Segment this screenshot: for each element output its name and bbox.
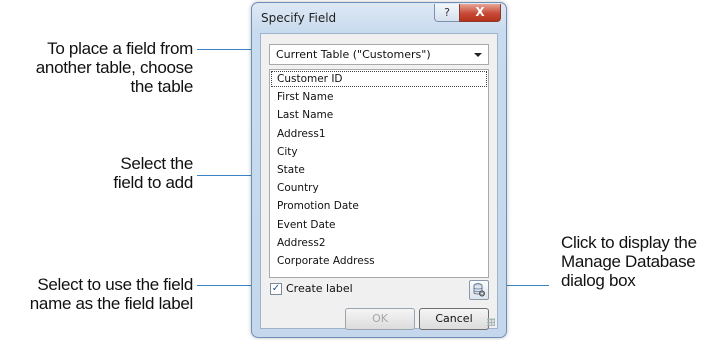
list-item[interactable]: Address2	[270, 234, 488, 252]
manage-database-button[interactable]	[469, 280, 489, 300]
ok-button[interactable]: OK	[345, 308, 415, 330]
dialog-client-area: Current Table ("Customers") Customer ID …	[260, 33, 498, 330]
resize-grip-icon[interactable]	[487, 318, 495, 326]
callout-line: name as the field label	[29, 294, 194, 313]
table-select[interactable]: Current Table ("Customers")	[269, 44, 489, 65]
callout-line: another table, choose	[35, 58, 194, 77]
callout-line: field to add	[113, 173, 193, 192]
list-item[interactable]: First Name	[270, 88, 488, 106]
dialog-title: Specify Field	[261, 11, 337, 25]
cancel-button[interactable]: Cancel	[419, 308, 489, 330]
callout-line: the table	[130, 77, 193, 96]
title-bar[interactable]: Specify Field ? X	[252, 3, 506, 33]
list-item[interactable]: Country	[270, 179, 488, 197]
table-select-value: Current Table ("Customers")	[276, 48, 431, 61]
callout-line: Click to display the	[561, 233, 697, 252]
list-item[interactable]: Customer ID	[270, 70, 488, 88]
list-item[interactable]: State	[270, 161, 488, 179]
field-list[interactable]: Customer ID First Name Last Name Address…	[269, 69, 489, 278]
callout-create-label: Select to use the field name as the fiel…	[29, 275, 194, 313]
specify-field-dialog: Specify Field ? X Current Table ("Custom…	[251, 2, 507, 338]
list-item[interactable]: Event Date	[270, 216, 488, 234]
chevron-down-icon[interactable]	[474, 53, 482, 57]
list-item[interactable]: Last Name	[270, 106, 488, 124]
callout-line: Select the	[120, 154, 193, 173]
close-button[interactable]: X	[459, 4, 501, 22]
callout-line: Manage Database	[561, 252, 696, 271]
help-button[interactable]: ?	[434, 4, 460, 22]
callout-manage-database: Click to display the Manage Database dia…	[561, 233, 697, 290]
list-item[interactable]: Address1	[270, 125, 488, 143]
callout-line: dialog box	[561, 271, 636, 290]
callout-select-field: Select the field to add	[113, 154, 193, 192]
callout-table-choice: To place a field from another table, cho…	[35, 39, 194, 96]
list-item[interactable]: Promotion Date	[270, 197, 488, 215]
list-item[interactable]: City	[270, 143, 488, 161]
database-gear-icon	[473, 283, 485, 297]
create-label-checkbox[interactable]: ✓	[270, 283, 282, 295]
create-label-text[interactable]: Create label	[286, 282, 353, 295]
callout-line: Select to use the field	[37, 275, 193, 294]
list-item[interactable]: Corporate Address	[270, 252, 488, 270]
callout-line: To place a field from	[47, 39, 193, 58]
